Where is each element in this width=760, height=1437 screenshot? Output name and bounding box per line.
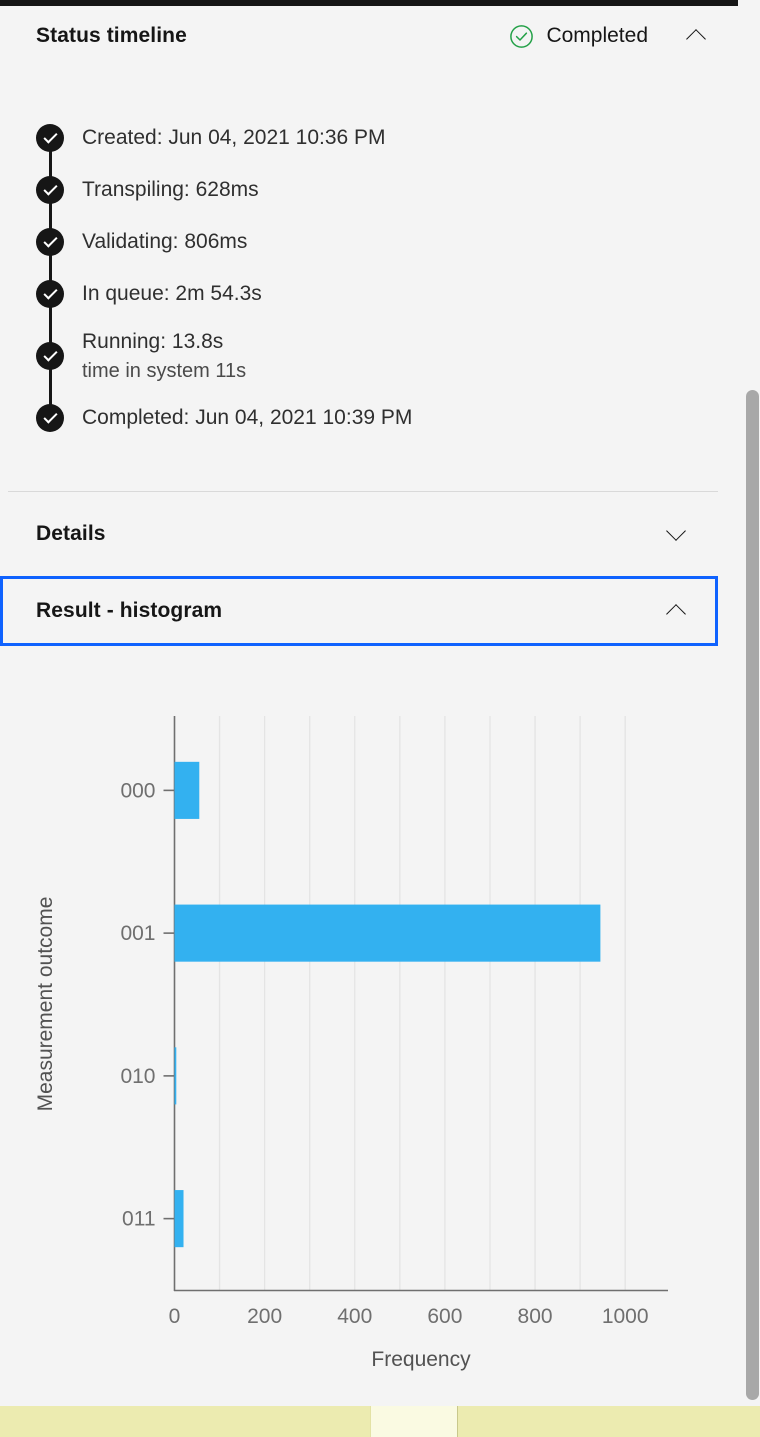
chart-x-tick-label: 0 (169, 1305, 181, 1328)
timeline-check-icon (36, 280, 64, 308)
details-title: Details (36, 522, 106, 545)
timeline-item: Running: 13.8s time in system 11s (36, 320, 738, 392)
vertical-scrollbar-track[interactable] (745, 6, 760, 1406)
timeline-check-icon (36, 342, 64, 370)
vertical-scrollbar-thumb[interactable] (746, 390, 759, 1400)
timeline-item-label: Running: 13.8s (82, 329, 224, 353)
timeline-item-label: Transpiling: 628ms (82, 178, 259, 202)
chart-x-tick-label: 800 (518, 1305, 553, 1328)
timeline-item-sublabel: time in system 11s (82, 359, 247, 382)
timeline-item-label: Validating: 806ms (82, 230, 248, 254)
chart-x-tick-label: 200 (247, 1305, 282, 1328)
chart-bar (174, 1047, 177, 1105)
chart-y-tick-label: 001 (120, 922, 155, 945)
chart-bar (174, 904, 601, 962)
chevron-up-icon[interactable] (686, 25, 708, 47)
result-histogram-chart: 000 001 010 011 0 200 400 600 800 1000 Frequency… (0, 666, 738, 1396)
chart-y-ticks: 000 001 010 011 (120, 779, 175, 1231)
timeline-item-label-group: Running: 13.8s time in system 11s (82, 327, 246, 385)
timeline-item: Created: Jun 04, 2021 10:36 PM (36, 112, 738, 164)
job-detail-panel: Status timeline Completed Created: Jun 0… (0, 6, 738, 1406)
timeline-item: Completed: Jun 04, 2021 10:39 PM (36, 392, 738, 444)
timeline-item: In queue: 2m 54.3s (36, 268, 738, 320)
status-timeline-header[interactable]: Status timeline Completed (0, 12, 738, 60)
chart-bar (174, 761, 200, 819)
bottom-strip-segment (458, 1406, 760, 1437)
bottom-status-strip (0, 1406, 760, 1437)
chart-y-axis-label: Measurement outcome (34, 897, 57, 1112)
chart-x-tick-label: 1000 (602, 1305, 649, 1328)
timeline-connector-line (49, 126, 52, 422)
status-timeline-list: Created: Jun 04, 2021 10:36 PM Transpili… (0, 112, 738, 444)
app-viewport: Status timeline Completed Created: Jun 0… (0, 0, 760, 1437)
timeline-item: Transpiling: 628ms (36, 164, 738, 216)
timeline-check-icon (36, 404, 64, 432)
check-circle-green-icon (509, 24, 534, 49)
chart-y-tick-label: 011 (122, 1208, 155, 1231)
details-accordion-header[interactable]: Details (0, 506, 718, 562)
chevron-down-icon[interactable] (666, 523, 688, 545)
bottom-strip-segment (0, 1406, 370, 1437)
timeline-item-label: In queue: 2m 54.3s (82, 282, 262, 306)
status-timeline-title: Status timeline (36, 24, 187, 47)
section-divider (8, 491, 718, 492)
status-badge: Completed (509, 24, 648, 49)
chart-x-axis-label: Frequency (371, 1348, 471, 1371)
timeline-item: Validating: 806ms (36, 216, 738, 268)
chart-x-tick-label: 600 (427, 1305, 462, 1328)
timeline-item-label: Created: Jun 04, 2021 10:36 PM (82, 126, 386, 150)
chart-bar (174, 1190, 184, 1248)
bottom-strip-segment-highlight (370, 1406, 458, 1437)
status-badge-label: Completed (546, 24, 648, 47)
chart-y-tick-label: 010 (120, 1065, 155, 1088)
timeline-check-icon (36, 124, 64, 152)
result-histogram-title: Result - histogram (36, 599, 223, 622)
chart-y-tick-label: 000 (120, 779, 155, 802)
chart-x-tick-label: 400 (337, 1305, 372, 1328)
chevron-up-icon[interactable] (666, 600, 688, 622)
chart-x-ticks: 0 200 400 600 800 1000 (169, 1305, 649, 1328)
timeline-item-label: Completed: Jun 04, 2021 10:39 PM (82, 406, 413, 430)
timeline-check-icon (36, 176, 64, 204)
timeline-check-icon (36, 228, 64, 256)
result-histogram-accordion-header[interactable]: Result - histogram (0, 576, 718, 646)
